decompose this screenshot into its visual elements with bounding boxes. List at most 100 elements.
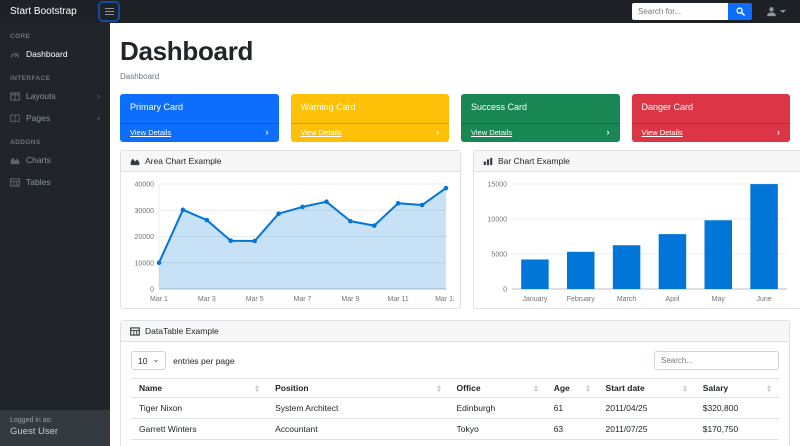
chart-area-icon [130,158,140,165]
column-header-name[interactable]: Name [131,378,268,398]
primary-card: Primary Card View Details › [120,94,279,142]
svg-text:Mar 3: Mar 3 [198,296,216,303]
table-cell: Edinburgh [448,397,546,419]
area-chart-card: Area Chart Example 0 10000 20000 30000 40000… [120,150,461,309]
main-content: Dashboard Dashboard Primary Card View Det… [110,23,800,446]
card-footer: View Details › [631,123,790,142]
svg-text:30000: 30000 [135,208,155,215]
caret-down-icon [780,10,786,13]
sort-icon [585,384,590,392]
table-row: Ashton CoxJunior Technical AuthorSan Fra… [131,439,779,446]
table-cell: 63 [545,418,598,440]
svg-text:Mar 11: Mar 11 [388,296,409,303]
entries-per-page-value: 10 [138,355,148,366]
danger-card: Danger Card View Details › [631,94,790,142]
chevron-right-icon: › [777,127,780,137]
chevron-right-icon: › [265,127,269,137]
chart-column-icon [483,157,493,165]
svg-text:10000: 10000 [488,217,508,224]
svg-text:Mar 1: Mar 1 [150,296,168,303]
table-cell: Tokyo [448,418,546,440]
view-details-link[interactable]: View Details [301,128,342,137]
view-details-link[interactable]: View Details [642,128,683,137]
charts-row: Area Chart Example 0 10000 20000 30000 40000… [120,150,800,309]
column-header-salary[interactable]: Salary [694,378,779,398]
search-button[interactable] [728,3,752,20]
column-label: Position [275,383,309,393]
table-cell: 2009/01/12 [597,439,695,446]
table-icon [130,326,140,336]
logged-in-user: Guest User [10,426,59,437]
sidebar-item-dashboard[interactable]: Dashboard [0,43,110,65]
table-cell: $320,800 [694,397,779,419]
column-header-position[interactable]: Position [267,378,449,398]
table-cell: 61 [545,397,598,419]
view-details-link[interactable]: View Details [471,128,512,137]
user-menu[interactable] [766,6,786,17]
warning-card: Warning Card View Details › [290,94,449,142]
svg-text:5000: 5000 [491,252,507,259]
app-root: Start Bootstrap COREDashboardINTERFACEL [0,0,800,446]
svg-text:15000: 15000 [488,182,508,189]
svg-text:February: February [567,296,596,303]
column-header-office[interactable]: Office [448,378,546,398]
chevron-right-icon: › [97,90,100,101]
card-footer: View Details › [290,123,449,142]
sidebar-item-tables[interactable]: Tables [0,171,110,193]
tachometer-icon [10,50,20,59]
sidebar-item-pages[interactable]: Pages › [0,107,110,129]
success-card: Success Card View Details › [461,94,620,142]
sidebar-item-layouts[interactable]: Layouts › [0,85,110,107]
brand-link[interactable]: Start Bootstrap [0,6,96,17]
card-title: Success Card [471,102,528,112]
area-chart-body: 0 10000 20000 30000 40000 Mar 1 Mar 3 Mar 5 Mar … [121,172,460,311]
table-row: Tiger Nixon System Architect Edinburgh 61 20… [131,397,779,419]
chart-area-icon [10,156,20,165]
svg-text:Mar 13: Mar 13 [435,296,454,303]
column-label: Start date [605,383,645,393]
sidebar-item-label: Pages [26,113,51,123]
column-header-start-date[interactable]: Start date [597,378,695,398]
area-chart-card-header: Area Chart Example [121,151,460,172]
table-cell: 2011/04/25 [597,397,695,419]
sidebar: CORE Dashboard INTERFACE Layouts › Pages › ADDO… [0,23,110,446]
svg-text:May: May [712,296,726,303]
datatable-card: DataTable Example 10 ⌄ entries per page [120,320,790,446]
sidebar-item-label: Dashboard [26,49,68,59]
sidebar-section-heading: ADDONS [10,139,41,146]
sidebar-item-label: Charts [26,155,52,165]
table-cell: 2011/07/25 [597,418,695,440]
table-search-input[interactable] [654,351,779,370]
svg-text:April: April [665,296,679,303]
datatable-card-header: DataTable Example [121,321,789,342]
sort-icon [533,384,538,392]
bar-chart-card-header: Bar Chart Example [474,151,800,172]
sidebar-item-charts[interactable]: Charts [0,149,110,171]
table-cell: Tiger Nixon [131,397,268,419]
card-footer: View Details › [461,123,620,142]
columns-icon [10,91,20,101]
book-open-icon [10,114,20,123]
column-header-age[interactable]: Age [545,378,598,398]
bar-chart-title: Bar Chart Example [498,156,570,166]
area-chart: 0 10000 20000 30000 40000 Mar 1 Mar 3 Mar 5 Mar … [135,182,457,304]
table-cell: Junior Technical Author [267,439,449,446]
datatable-title: DataTable Example [145,326,219,336]
summary-cards-row: Primary Card View Details › Warning Card Vie… [120,94,790,142]
chevron-down-icon: ⌄ [152,354,160,364]
entries-control: 10 ⌄ entries per page [131,351,235,370]
view-details-link[interactable]: View Details [130,128,171,137]
datatable-controls: 10 ⌄ entries per page [131,351,779,370]
table-cell: 66 [545,439,598,446]
sidebar-item-label: Layouts [26,91,56,101]
chevron-right-icon: › [606,127,610,137]
column-label: Name [139,383,163,393]
svg-text:Mar 5: Mar 5 [246,296,264,303]
search-icon [735,7,745,16]
search-input[interactable] [632,3,728,20]
sort-icon [682,384,687,392]
breadcrumb: Dashboard [120,72,160,81]
entries-per-page-select[interactable]: 10 ⌄ [131,351,167,370]
sidebar-toggle-button[interactable] [100,3,118,20]
table-row: Garrett Winters Accountant Tokyo 63 2011/07/… [131,418,779,440]
